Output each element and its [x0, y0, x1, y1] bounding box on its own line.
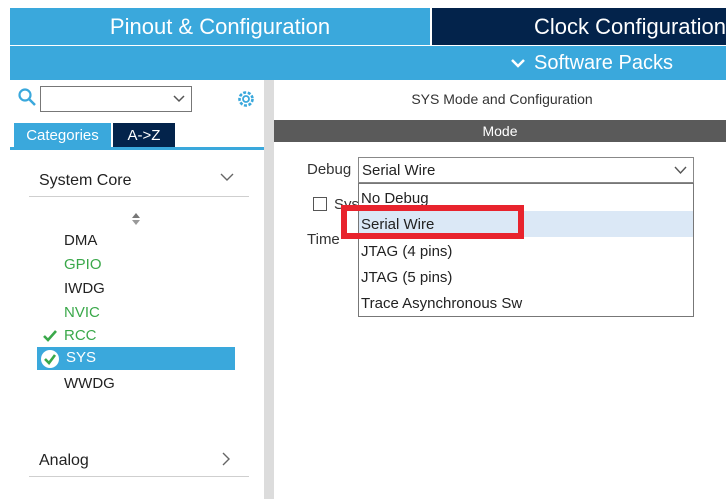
- category-tabs: Categories A->Z: [14, 123, 175, 147]
- sort-icon[interactable]: [131, 212, 141, 226]
- tab-clock-configuration[interactable]: Clock Configuration: [432, 8, 726, 45]
- tab-a-z-label: A->Z: [127, 126, 161, 144]
- search-icon[interactable]: [18, 88, 36, 106]
- section-analog[interactable]: Analog: [39, 452, 89, 470]
- chevron-right-icon[interactable]: [221, 452, 231, 466]
- timebase-label: Time: [307, 231, 340, 248]
- tab-clock-label: Clock Configuration: [534, 13, 726, 39]
- search-input[interactable]: [40, 86, 192, 112]
- option-jtag-5-pins[interactable]: JTAG (5 pins): [361, 269, 452, 286]
- list-item-gpio[interactable]: GPIO: [64, 256, 102, 273]
- panel-title: SYS Mode and Configuration: [411, 91, 593, 107]
- gear-icon[interactable]: [236, 89, 256, 109]
- tab-categories[interactable]: Categories: [14, 123, 111, 147]
- divider: [29, 476, 249, 477]
- debug-select-value: Serial Wire: [362, 162, 436, 179]
- list-item-rcc[interactable]: RCC: [64, 327, 97, 344]
- section-system-core[interactable]: System Core: [39, 172, 131, 190]
- sys-checkbox[interactable]: [313, 197, 327, 211]
- mode-header-label: Mode: [482, 123, 518, 139]
- option-jtag-4-pins[interactable]: JTAG (4 pins): [361, 243, 452, 260]
- list-item-wwdg[interactable]: WWDG: [64, 375, 115, 392]
- list-item-sys-label: SYS: [66, 349, 97, 366]
- mode-header: Mode: [274, 120, 726, 142]
- chevron-down-icon: [511, 59, 525, 68]
- software-packs-menu[interactable]: Software Packs: [510, 46, 673, 80]
- list-item-nvic[interactable]: NVIC: [64, 304, 100, 321]
- tab-categories-label: Categories: [26, 126, 99, 144]
- panel-splitter[interactable]: [264, 80, 274, 499]
- check-icon: [43, 330, 57, 342]
- tab-a-z[interactable]: A->Z: [113, 123, 175, 147]
- list-item-dma[interactable]: DMA: [64, 232, 97, 249]
- tabs-underline: [10, 147, 264, 150]
- debug-select[interactable]: Serial Wire: [358, 157, 694, 183]
- chevron-down-icon[interactable]: [674, 165, 687, 175]
- divider: [29, 196, 249, 197]
- tab-pinout-configuration[interactable]: Pinout & Configuration: [10, 8, 430, 45]
- option-trace-asynchronous-sw[interactable]: Trace Asynchronous Sw: [361, 295, 522, 312]
- highlight-annotation-box: [341, 205, 524, 239]
- list-item-iwdg[interactable]: IWDG: [64, 280, 105, 297]
- chevron-down-icon[interactable]: [173, 92, 185, 104]
- chevron-down-icon[interactable]: [220, 172, 234, 182]
- debug-label: Debug: [307, 161, 352, 178]
- check-circle-icon: [41, 350, 59, 368]
- software-packs-label: Software Packs: [534, 51, 673, 74]
- tab-pinout-label: Pinout & Configuration: [109, 13, 331, 39]
